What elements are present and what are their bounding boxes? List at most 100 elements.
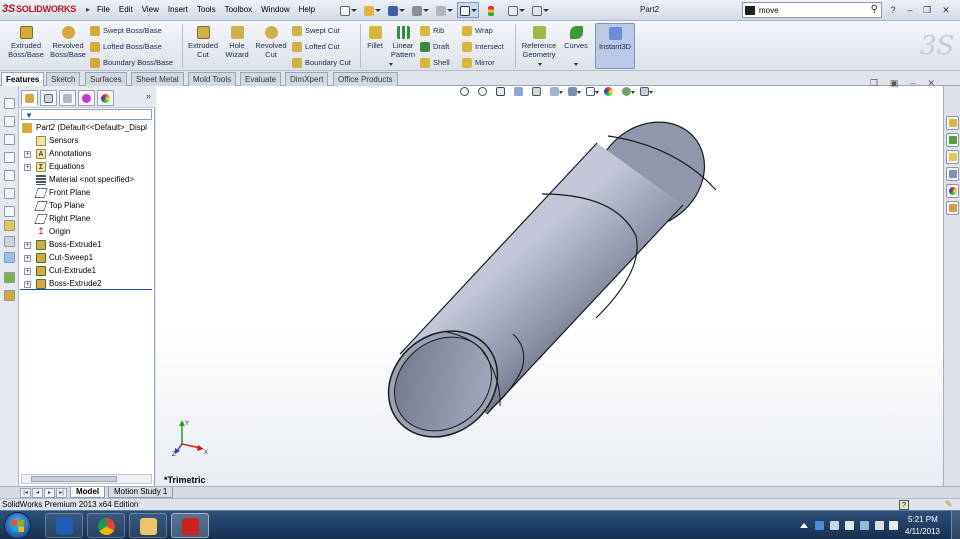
swept-cut-button[interactable]: Swept Cut	[292, 24, 340, 37]
menu-window[interactable]: Window	[261, 5, 289, 17]
menu-edit[interactable]: Edit	[119, 5, 133, 17]
solidworks-resources-button[interactable]	[946, 116, 959, 130]
search-input[interactable]	[759, 4, 859, 16]
rib-button[interactable]: Rib	[420, 24, 444, 37]
appearances-button[interactable]	[946, 184, 959, 198]
revolved-boss-button[interactable]: Revolved Boss/Base	[48, 23, 88, 69]
network-tray-icon[interactable]	[815, 521, 824, 530]
tab-property-manager[interactable]	[40, 90, 57, 106]
taskbar-chrome[interactable]	[87, 513, 125, 538]
instant3d-button[interactable]: Instant3D	[595, 23, 635, 69]
expand-toggle[interactable]: +	[24, 242, 31, 249]
connection-tray-icon[interactable]	[860, 521, 869, 530]
menu-view[interactable]: View	[142, 5, 159, 17]
show-desktop-button[interactable]	[951, 511, 960, 539]
dropdown-arrow[interactable]	[389, 63, 393, 66]
tab-sheet-metal[interactable]: Sheet Metal	[131, 72, 184, 86]
help-icon[interactable]: ?	[899, 500, 909, 510]
3d-model-viewport[interactable]	[156, 86, 943, 486]
file-explorer-button[interactable]	[946, 150, 959, 164]
graphics-area[interactable]: ❐ ▣ – ✕ Y X Z *Trimetric	[156, 78, 943, 486]
display-tray-icon[interactable]	[845, 521, 854, 530]
feature-icon[interactable]	[4, 290, 15, 301]
tab-configuration-manager[interactable]	[59, 90, 76, 106]
menu-tools[interactable]: Tools	[197, 5, 216, 17]
extruded-cut-button[interactable]: Extruded Cut	[185, 23, 221, 69]
open-button[interactable]	[361, 2, 383, 18]
print-button[interactable]	[409, 2, 431, 18]
part-tube-body[interactable]	[367, 100, 726, 459]
expand-toggle[interactable]: +	[24, 281, 31, 288]
feature-tree-scrollbar[interactable]	[21, 474, 152, 484]
lofted-cut-button[interactable]: Lofted Cut	[292, 40, 340, 53]
draft-button[interactable]: Draft	[420, 40, 449, 53]
shell-button[interactable]: Shell	[420, 56, 450, 69]
tab-dimxpert[interactable]: DimXpert	[285, 72, 329, 86]
menu-help[interactable]: Help	[299, 5, 315, 17]
rebuild-status-icon[interactable]: ✎	[945, 499, 957, 510]
sketch-icon[interactable]	[4, 220, 15, 231]
boundary-boss-button[interactable]: Boundary Boss/Base	[90, 56, 173, 69]
search-icon[interactable]: ⚲	[871, 4, 878, 15]
fillet-button[interactable]: Fillet	[363, 23, 387, 69]
intersect-button[interactable]: Intersect	[462, 40, 504, 53]
help-dropdown-button[interactable]: ?	[886, 3, 900, 17]
rebuild-button[interactable]	[481, 2, 503, 18]
box-icon[interactable]	[4, 134, 15, 145]
menu-toolbox[interactable]: Toolbox	[225, 5, 253, 17]
tab-display-manager[interactable]	[97, 90, 114, 106]
box-icon[interactable]	[4, 152, 15, 163]
menu-insert[interactable]: Insert	[168, 5, 188, 17]
tab-feature-tree[interactable]	[21, 90, 38, 106]
plane-icon[interactable]	[4, 98, 15, 109]
box-icon[interactable]	[4, 188, 15, 199]
expand-panel-icon[interactable]: »	[146, 91, 151, 101]
swept-boss-button[interactable]: Swept Boss/Base	[90, 24, 162, 37]
mirror-button[interactable]: Mirror	[462, 56, 495, 69]
plane-icon[interactable]	[4, 116, 15, 127]
minimize-button[interactable]: –	[903, 3, 917, 17]
expand-toggle[interactable]: +	[24, 268, 31, 275]
clock-time[interactable]: 5:21 PM	[908, 515, 938, 524]
start-button[interactable]	[4, 512, 31, 539]
save-button[interactable]	[385, 2, 407, 18]
tab-dimxpert-manager[interactable]	[78, 90, 95, 106]
tab-evaluate[interactable]: Evaluate	[240, 72, 282, 86]
design-library-button[interactable]	[946, 133, 959, 147]
tab-office-products[interactable]: Office Products	[333, 72, 398, 86]
last-tab-button[interactable]: ▸|	[56, 488, 67, 498]
file-properties-button[interactable]	[505, 2, 527, 18]
tab-motion-study-1[interactable]: Motion Study 1	[108, 487, 174, 498]
power-tray-icon[interactable]	[889, 521, 898, 530]
new-document-button[interactable]	[337, 2, 359, 18]
previous-tab-button[interactable]: ◂	[32, 488, 43, 498]
cylinder-icon[interactable]	[4, 206, 15, 217]
view-palette-button[interactable]	[946, 167, 959, 181]
select-button[interactable]	[457, 2, 479, 18]
tab-features[interactable]: Features	[1, 72, 45, 86]
expand-toggle[interactable]: +	[24, 151, 31, 158]
menu-pin-icon[interactable]: ▸	[86, 5, 94, 15]
boundary-cut-button[interactable]: Boundary Cut	[292, 56, 351, 69]
tab-surfaces[interactable]: Surfaces	[85, 72, 127, 86]
options-button[interactable]	[529, 2, 551, 18]
tab-model[interactable]: Model	[70, 487, 106, 498]
coordinate-icon[interactable]	[4, 236, 15, 247]
next-tab-button[interactable]: ▸	[44, 488, 55, 498]
tab-sketch[interactable]: Sketch	[46, 72, 81, 86]
close-button[interactable]: ✕	[939, 3, 953, 17]
scrollbar-thumb[interactable]	[31, 476, 117, 482]
extruded-boss-button[interactable]: Extruded Boss/Base	[6, 23, 46, 69]
search-box[interactable]: ⚲	[742, 2, 882, 18]
revolved-cut-button[interactable]: Revolved Cut	[253, 23, 289, 69]
hole-wizard-button[interactable]: Hole Wizard	[221, 23, 253, 69]
first-tab-button[interactable]: |◂	[20, 488, 31, 498]
taskbar-explorer[interactable]	[129, 513, 167, 538]
action-center-icon[interactable]	[830, 521, 839, 530]
volume-tray-icon[interactable]	[875, 521, 884, 530]
show-hidden-icons[interactable]	[800, 523, 808, 528]
menu-file[interactable]: File	[97, 5, 110, 17]
dropdown-arrow[interactable]	[538, 63, 542, 66]
expand-toggle[interactable]: +	[24, 255, 31, 262]
tab-mold-tools[interactable]: Mold Tools	[188, 72, 237, 86]
